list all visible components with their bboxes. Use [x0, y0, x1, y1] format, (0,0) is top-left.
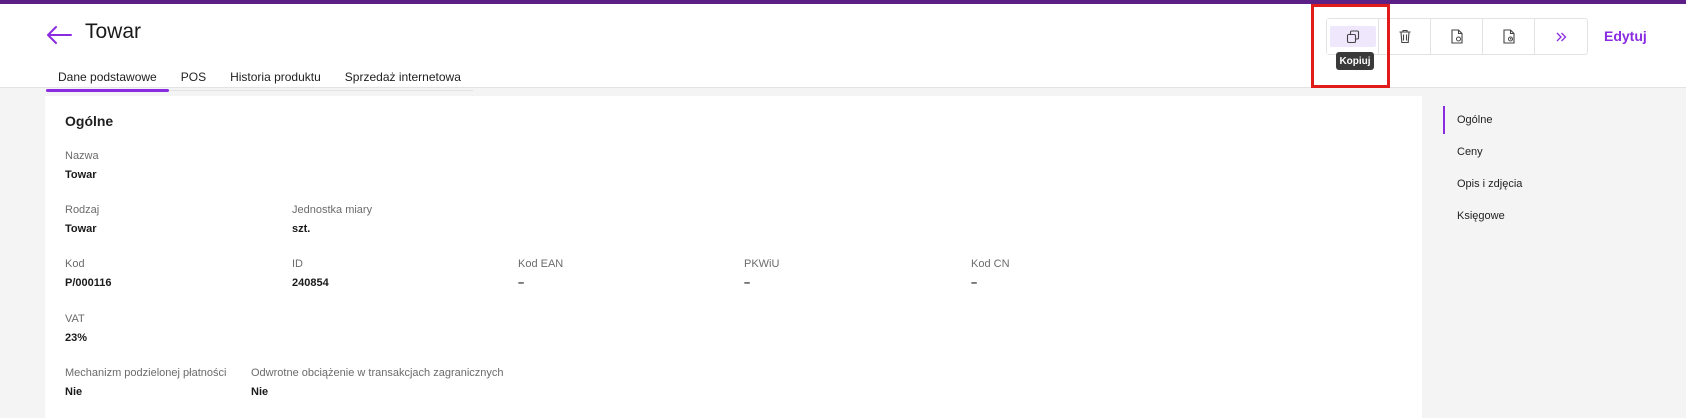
edit-button[interactable]: Edytuj — [1604, 28, 1647, 44]
page-header: Towar Dane podstawowe POS Historia produ… — [0, 4, 1686, 92]
field-kod-cn: Kod CN – — [971, 258, 1010, 289]
highlight-box — [1311, 4, 1390, 88]
field-label: VAT — [65, 313, 85, 325]
document-clock-icon — [1502, 29, 1516, 44]
field-label: Jednostka miary — [292, 204, 373, 216]
trash-icon — [1398, 29, 1412, 44]
nav-item-ceny[interactable]: Ceny — [1443, 138, 1623, 170]
field-value: 23% — [65, 332, 88, 344]
field-pkwiu: PKWiU – — [744, 258, 779, 289]
field-label: ID — [292, 258, 303, 270]
double-chevron-right-icon — [1554, 31, 1568, 43]
tab-sprzedaz-internetowa[interactable]: Sprzedaż internetowa — [333, 65, 473, 91]
field-odwrotne-obciazenie: Odwrotne obciążenie w transakcjach zagra… — [251, 367, 504, 398]
nav-item-opis-i-zdjecia[interactable]: Opis i zdjęcia — [1443, 170, 1623, 202]
field-value: Towar — [65, 223, 97, 235]
field-value: – — [518, 277, 525, 289]
section-navigation: Ogólne Ceny Opis i zdjęcia Księgowe — [1443, 106, 1623, 234]
field-label: Rodzaj — [65, 204, 100, 216]
field-label: PKWiU — [744, 258, 780, 270]
back-arrow-icon[interactable] — [44, 20, 74, 50]
details-card: Ogólne Nazwa Towar Rodzaj Towar Jednostk… — [45, 96, 1422, 418]
field-label: Mechanizm podzielonej płatności — [65, 367, 227, 379]
nav-item-ksiegowe[interactable]: Księgowe — [1443, 202, 1623, 234]
page-title: Towar — [85, 20, 142, 43]
field-jednostka-miary: Jednostka miary szt. — [292, 204, 372, 235]
field-nazwa: Nazwa Towar — [65, 150, 99, 181]
document-settings-icon — [1450, 29, 1464, 44]
field-value: – — [744, 277, 751, 289]
more-actions-button[interactable] — [1535, 19, 1587, 54]
field-label: Kod — [65, 258, 85, 270]
field-mpp: Mechanizm podzielonej płatności Nie — [65, 367, 226, 398]
field-value: P/000116 — [65, 277, 112, 289]
document-action-button[interactable] — [1431, 19, 1483, 54]
tab-dane-podstawowe[interactable]: Dane podstawowe — [46, 65, 169, 92]
field-rodzaj: Rodzaj Towar — [65, 204, 99, 235]
field-value: szt. — [292, 223, 311, 235]
field-label: Nazwa — [65, 150, 99, 162]
field-value: Towar — [65, 169, 97, 181]
field-label: Odwrotne obciążenie w transakcjach zagra… — [251, 367, 504, 379]
field-kod: Kod P/000116 — [65, 258, 112, 289]
field-label: Kod EAN — [518, 258, 564, 270]
field-id: ID 240854 — [292, 258, 329, 289]
tab-pos[interactable]: POS — [169, 65, 218, 91]
nav-item-ogolne[interactable]: Ogólne — [1443, 106, 1623, 138]
field-value: Nie — [65, 386, 83, 398]
tab-bar: Dane podstawowe POS Historia produktu Sp… — [46, 65, 473, 92]
document-export-button[interactable] — [1483, 19, 1535, 54]
field-label: Kod CN — [971, 258, 1010, 270]
field-value: 240854 — [292, 277, 329, 289]
field-value: – — [971, 277, 978, 289]
field-kod-ean: Kod EAN – — [518, 258, 563, 289]
field-value: Nie — [251, 386, 269, 398]
tab-historia-produktu[interactable]: Historia produktu — [218, 65, 333, 91]
section-title: Ogólne — [65, 113, 114, 129]
field-vat: VAT 23% — [65, 313, 87, 344]
